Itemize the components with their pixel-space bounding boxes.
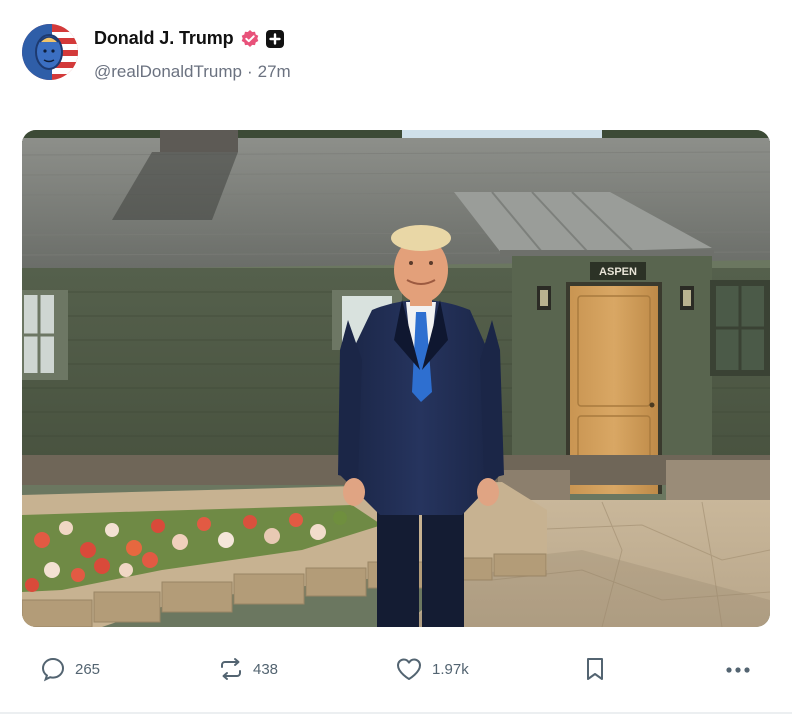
user-handle[interactable]: @realDonaldTrump <box>94 62 242 82</box>
repost-button[interactable]: 438 <box>218 656 278 682</box>
heart-icon <box>397 658 421 680</box>
repost-count: 438 <box>253 660 279 678</box>
repost-icon <box>221 658 241 680</box>
more-button[interactable] <box>724 660 752 680</box>
bookmark-button[interactable] <box>584 656 606 682</box>
meta-separator: · <box>246 62 253 81</box>
avatar[interactable] <box>22 24 78 80</box>
plus-icon <box>265 29 284 48</box>
like-count: 1.97k <box>432 660 469 678</box>
post-timestamp[interactable]: 27m <box>258 62 291 82</box>
sign-text: ASPEN <box>599 266 637 278</box>
post-header: Donald J. Trump @realDonaldTrump · 27m <box>22 24 762 84</box>
reply-button[interactable]: 265 <box>40 656 100 682</box>
bookmark-icon <box>587 658 603 680</box>
post-image[interactable]: ASPEN <box>22 130 770 627</box>
display-name[interactable]: Donald J. Trump <box>94 28 234 49</box>
action-bar: 265 438 1.97k <box>0 650 792 694</box>
more-icon <box>726 667 750 673</box>
like-button[interactable]: 1.97k <box>395 656 469 682</box>
reply-count: 265 <box>75 660 101 678</box>
reply-icon <box>41 657 65 682</box>
verified-icon <box>240 29 260 49</box>
